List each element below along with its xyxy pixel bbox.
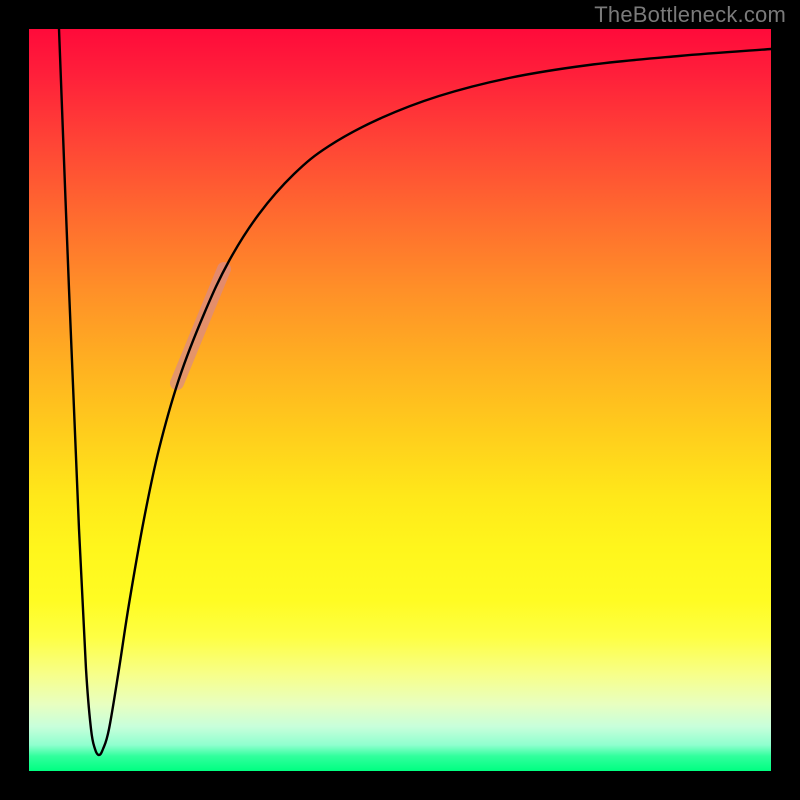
plot-svg [29, 29, 771, 771]
bottleneck-curve [59, 29, 771, 755]
chart-frame: TheBottleneck.com [0, 0, 800, 800]
plot-area [29, 29, 771, 771]
curve-path [59, 29, 771, 755]
watermark-text: TheBottleneck.com [594, 2, 786, 28]
